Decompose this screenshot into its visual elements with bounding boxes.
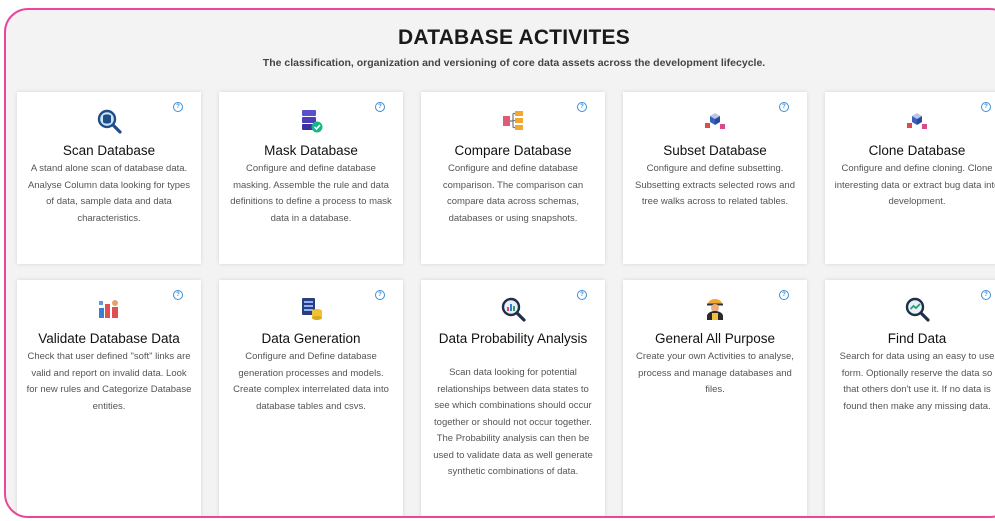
card-description: Configure and Define database generation…	[233, 351, 389, 412]
card-title: Data Probability Analysis	[438, 331, 588, 346]
card-description: Scan data looking for potential relation…	[433, 367, 593, 477]
card-title: Mask Database	[264, 143, 358, 158]
activities-panel: DATABASE ACTIVITES The classification, o…	[4, 8, 995, 518]
card-description: Check that user defined "soft" links are…	[26, 351, 192, 412]
card-title: Clone Database	[868, 143, 966, 158]
card-description: Configure and define subsetting. Subsett…	[634, 163, 795, 207]
page-subtitle: The classification, organization and ver…	[262, 57, 766, 69]
database-shield-icon	[302, 110, 323, 133]
compare-databases-icon	[503, 111, 523, 130]
card-compare-database[interactable]: ? Compare Database Configure and define …	[421, 92, 605, 264]
help-icon[interactable]: ?	[779, 290, 789, 300]
help-icon[interactable]: ?	[577, 102, 587, 112]
help-icon[interactable]: ?	[981, 290, 991, 300]
clone-cubes-icon	[907, 113, 927, 129]
card-description: Configure and define database comparison…	[442, 163, 584, 224]
card-description: Configure and define cloning. Clone inte…	[834, 163, 995, 207]
card-validate-database-data[interactable]: ? Validate Database Data Check that user…	[17, 280, 201, 516]
card-scan-database[interactable]: ? Scan Database A stand alone scan of da…	[17, 92, 201, 264]
card-title: Scan Database	[62, 143, 156, 158]
help-icon[interactable]: ?	[981, 102, 991, 112]
page-title: DATABASE ACTIVITES	[398, 26, 630, 49]
card-title: Data Generation	[261, 331, 361, 346]
help-icon[interactable]: ?	[375, 290, 385, 300]
card-mask-database[interactable]: ? Mask Database Configure and define dat…	[219, 92, 403, 264]
card-data-generation[interactable]: ? Data Generation Configure and Define d…	[219, 280, 403, 516]
help-icon[interactable]: ?	[173, 290, 183, 300]
help-icon[interactable]: ?	[779, 102, 789, 112]
worker-icon	[707, 299, 723, 320]
card-description: A stand alone scan of database data. Ana…	[27, 163, 191, 224]
card-description: Create your own Activities to analyse, p…	[636, 351, 794, 395]
card-description: Configure and define database masking. A…	[230, 163, 392, 224]
find-data-icon	[905, 297, 930, 322]
data-generation-icon	[302, 298, 322, 320]
subset-cubes-icon	[705, 113, 725, 129]
card-title: Find Data	[887, 331, 947, 346]
card-data-probability-analysis[interactable]: ? Data Probability Analysis Scan data lo…	[421, 280, 605, 516]
card-title: Subset Database	[663, 143, 767, 158]
validate-users-icon	[99, 300, 118, 318]
card-clone-database[interactable]: ? Clone Database Configure and define cl…	[825, 92, 995, 264]
probability-chart-icon	[501, 297, 526, 322]
card-title: Validate Database Data	[38, 331, 180, 346]
magnifier-database-icon	[97, 109, 122, 134]
card-title: Compare Database	[454, 143, 572, 158]
card-description: Search for data using an easy to use for…	[839, 351, 995, 412]
help-icon[interactable]: ?	[375, 102, 385, 112]
card-find-data[interactable]: ? Find Data Search for data using an eas…	[825, 280, 995, 516]
card-subset-database[interactable]: ? Subset Database Configure and define s…	[623, 92, 807, 264]
help-icon[interactable]: ?	[577, 290, 587, 300]
card-title: General All Purpose	[654, 331, 776, 346]
card-general-all-purpose[interactable]: ? General All Purpose Create your own Ac…	[623, 280, 807, 516]
help-icon[interactable]: ?	[173, 102, 183, 112]
